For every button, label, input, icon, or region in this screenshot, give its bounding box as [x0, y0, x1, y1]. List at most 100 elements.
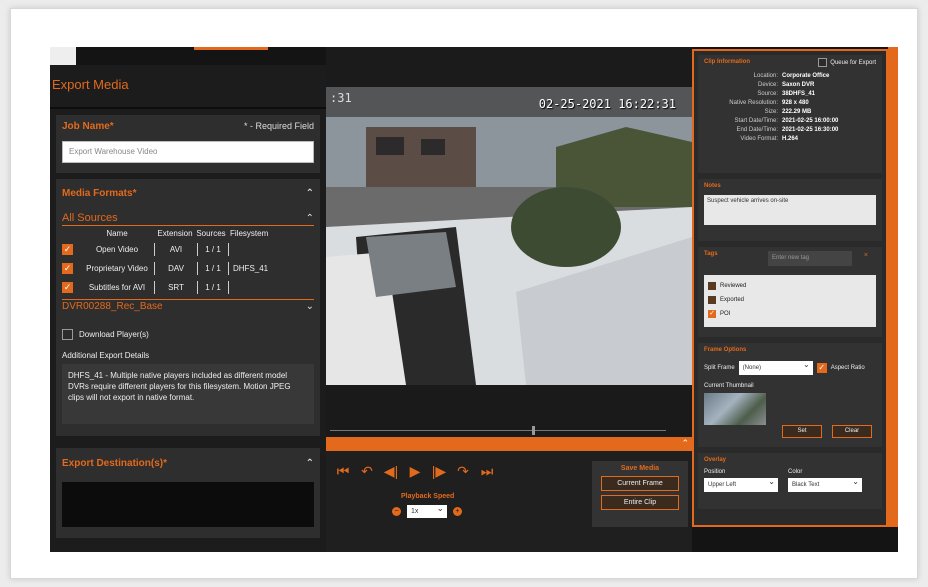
- col-extension: Extension: [157, 228, 193, 238]
- format-sources: 1 / 1: [205, 245, 221, 254]
- table-row: ✓ Proprietary Video DAV 1 / 1 DHFS_41: [62, 259, 314, 278]
- player-area: :31 02-25-2021 16:22:31 ⌃ ⏮ ↶ ◀| ▶ |▶ ↷ …: [326, 47, 692, 552]
- top-tab[interactable]: [50, 47, 76, 65]
- video-seconds-overlay: :31: [330, 91, 352, 105]
- forward-icon[interactable]: ↷: [454, 463, 472, 479]
- formats-table: Name Extension Sources Filesystem ✓ Open…: [62, 226, 314, 297]
- format-sources: 1 / 1: [205, 264, 221, 273]
- job-name-input[interactable]: Export Warehouse Video: [62, 141, 314, 163]
- info-row: Video Format: H.264: [740, 136, 799, 142]
- notes-section: Notes Suspect vehicle arrives on-site: [698, 179, 882, 241]
- col-sources: Sources: [196, 228, 226, 238]
- position-select[interactable]: Upper Left: [704, 475, 778, 492]
- notes-textarea[interactable]: Suspect vehicle arrives on-site: [704, 195, 876, 225]
- clip-info-section: Clip Information Queue for Export Locati…: [698, 55, 882, 173]
- format-ext: SRT: [168, 283, 184, 292]
- step-forward-icon[interactable]: |▶: [430, 463, 448, 479]
- tag-item[interactable]: ✓ POI: [708, 307, 872, 321]
- speed-select[interactable]: 1x: [407, 502, 447, 518]
- all-sources-label: All Sources: [62, 212, 118, 224]
- frame-options-title: Frame Options: [704, 347, 747, 353]
- video-frame[interactable]: :31 02-25-2021 16:22:31: [326, 87, 692, 385]
- tags-section: Tags Enter new tag × Reviewed Exported ✓…: [698, 247, 882, 337]
- chevron-down-icon[interactable]: ⌄: [306, 301, 314, 312]
- controls-toggle-bar[interactable]: ⌃: [326, 437, 692, 451]
- play-icon[interactable]: ▶: [406, 463, 424, 479]
- format-name: Subtitles for AVI: [88, 283, 146, 292]
- playback-controls: ⏮ ↶ ◀| ▶ |▶ ↷ ⏭ Playback Speed − 1x + Sa…: [326, 451, 692, 552]
- save-media-title: Save Media: [620, 465, 660, 472]
- step-back-icon[interactable]: ◀|: [382, 463, 400, 479]
- info-row: Device: Saxon DVR: [757, 82, 815, 88]
- color-select[interactable]: Black Text: [788, 475, 862, 492]
- reply-icon[interactable]: ↶: [358, 463, 376, 479]
- add-tag-icon[interactable]: ×: [864, 252, 868, 259]
- download-player-label: Download Player(s): [79, 329, 149, 339]
- format-checkbox[interactable]: ✓: [62, 263, 73, 274]
- timeline-track[interactable]: [330, 430, 666, 431]
- skip-start-icon[interactable]: ⏮: [334, 463, 352, 479]
- clear-button[interactable]: Clear: [832, 425, 872, 438]
- download-player-row[interactable]: Download Player(s): [62, 327, 314, 341]
- sources-chevron-icon[interactable]: ⌃: [306, 213, 314, 224]
- download-player-checkbox[interactable]: [62, 328, 73, 340]
- entire-clip-button[interactable]: Entire Clip: [601, 495, 679, 510]
- skip-end-icon[interactable]: ⏭: [478, 463, 496, 479]
- destination-chevron-icon[interactable]: ⌃: [306, 458, 314, 469]
- job-name-label: Job Name*: [62, 120, 114, 132]
- tag-checkbox[interactable]: [708, 296, 716, 304]
- info-row: Size: 222.29 MB: [764, 109, 812, 115]
- additional-details-text: DHFS_41 - Multiple native players includ…: [62, 364, 314, 424]
- format-ext: AVI: [169, 245, 183, 254]
- color-label: Color: [788, 469, 803, 475]
- destination-list[interactable]: [62, 482, 314, 527]
- current-frame-button[interactable]: Current Frame: [601, 476, 679, 491]
- notes-title: Notes: [704, 183, 721, 189]
- all-sources-header[interactable]: All Sources ⌃: [62, 211, 314, 226]
- collapse-chevron-icon[interactable]: ⌃: [306, 188, 314, 199]
- queue-label: Queue for Export: [830, 59, 876, 66]
- tag-item[interactable]: Exported: [708, 293, 872, 307]
- speed-increase-icon[interactable]: +: [453, 507, 462, 516]
- timeline-handle[interactable]: [532, 426, 535, 435]
- job-name-section: Job Name* * - Required Field Export Ware…: [56, 115, 320, 173]
- additional-details-label: Additional Export Details: [62, 351, 150, 360]
- queue-checkbox[interactable]: [818, 58, 828, 67]
- split-frame-label: Split Frame: [704, 365, 735, 371]
- page-title: Export Media: [50, 65, 326, 109]
- dvr-source-label: DVR00288_Rec_Base: [62, 301, 163, 312]
- tag-item[interactable]: Reviewed: [708, 279, 872, 293]
- media-formats-label: Media Formats*: [62, 187, 137, 199]
- col-filesystem: Filesystem: [230, 228, 269, 238]
- playback-speed-label: Playback Speed: [401, 493, 455, 500]
- info-row: Native Resolution: 928 x 480: [729, 100, 809, 106]
- export-destination-section: Export Destination(s)* ⌃: [56, 448, 320, 538]
- aspect-ratio-checkbox[interactable]: ✓: [816, 363, 827, 373]
- table-row: ✓ Open Video AVI 1 / 1: [62, 240, 314, 259]
- panel-edge: [888, 47, 898, 527]
- collapse-controls-icon[interactable]: ⌃: [681, 438, 689, 449]
- tag-input[interactable]: Enter new tag: [768, 251, 852, 266]
- col-name: Name: [106, 228, 128, 238]
- dvr-source-row[interactable]: DVR00288_Rec_Base ⌄: [62, 299, 314, 313]
- format-checkbox[interactable]: ✓: [62, 244, 73, 255]
- tag-checkbox[interactable]: [708, 282, 716, 290]
- tag-checkbox[interactable]: ✓: [708, 310, 716, 318]
- queue-for-export[interactable]: Queue for Export: [818, 58, 876, 67]
- aspect-ratio-label: Aspect Ratio: [830, 365, 865, 371]
- split-frame-select[interactable]: (None): [738, 358, 813, 375]
- set-button[interactable]: Set: [782, 425, 822, 438]
- export-panel: Export Media Job Name* * - Required Fiel…: [50, 47, 326, 552]
- timeline-scrubber[interactable]: [326, 385, 692, 437]
- format-checkbox[interactable]: ✓: [62, 282, 73, 293]
- format-fs: DHFS_41: [233, 264, 269, 273]
- formats-table-header: Name Extension Sources Filesystem: [62, 226, 314, 240]
- speed-decrease-icon[interactable]: −: [392, 507, 401, 516]
- video-timestamp: 02-25-2021 16:22:31: [538, 97, 676, 111]
- info-row: End Date/Time: 2021-02-25 16:30:00: [736, 127, 839, 133]
- app-window: Export Media Job Name* * - Required Fiel…: [50, 47, 898, 552]
- export-destination-label: Export Destination(s)*: [62, 457, 168, 469]
- media-formats-section: Media Formats* ⌃ All Sources ⌃ Name Exte…: [56, 179, 320, 436]
- details-panel: Clip Information Queue for Export Locati…: [692, 49, 888, 527]
- thumbnail-image: [704, 393, 766, 425]
